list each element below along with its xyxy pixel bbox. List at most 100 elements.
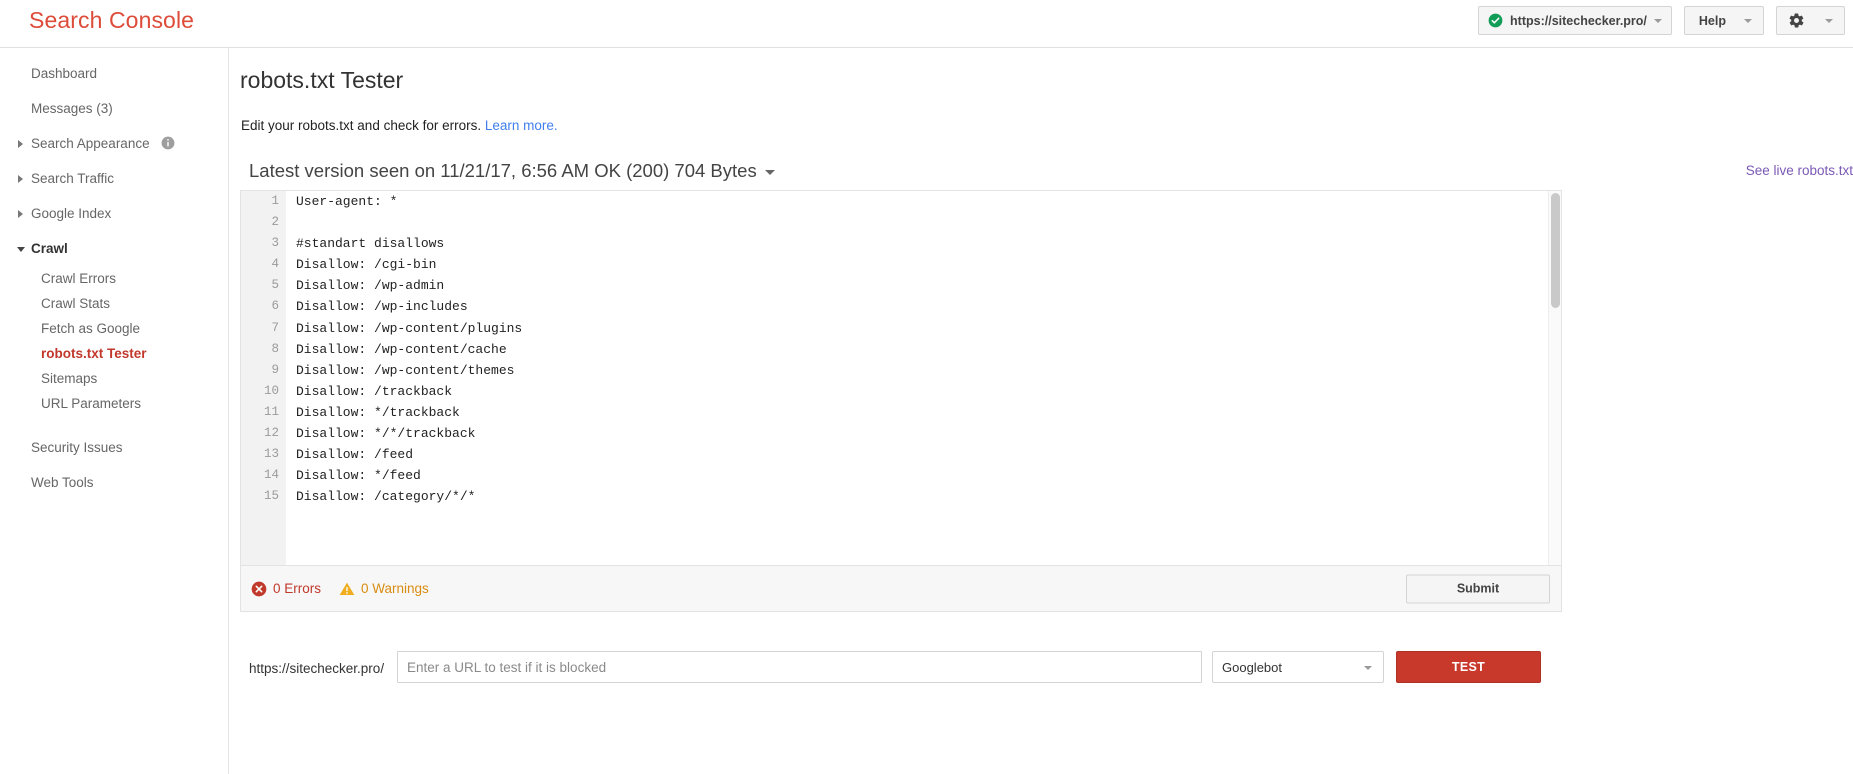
editor-line-text: Disallow: /wp-includes [296,299,468,315]
editor-line-number: 5 [241,275,286,297]
sidebar-item-security-issues[interactable]: Security Issues [0,430,228,465]
editor-line-text: Disallow: /wp-content/cache [296,341,507,357]
sidebar-group-search-traffic[interactable]: Search Traffic [0,161,228,196]
editor-line-number: 1 [241,191,286,213]
editor-line-text: Disallow: /feed [296,447,414,463]
sidebar-item-label: Sitemaps [41,371,98,386]
sidebar-item-label: Dashboard [31,66,98,81]
editor-line[interactable]: 7 Disallow: /wp-content/plugins [241,317,1561,339]
search-console-app: Search Console https://sitechecker.pro/ … [0,0,1853,774]
help-button[interactable]: Help [1683,6,1764,35]
editor-line[interactable]: 14 Disallow: */feed [241,465,1561,487]
editor-line[interactable]: 2 [241,212,1561,234]
status-items: 0 Errors 0 Warnings [251,581,429,597]
user-agent-select[interactable]: Googlebot [1212,651,1384,683]
app-header: Search Console https://sitechecker.pro/ … [0,0,1853,48]
sidebar-item-label: Messages (3) [31,101,113,116]
sidebar-item-crawl-errors[interactable]: Crawl Errors [0,266,228,291]
editor-line-number: 4 [241,254,286,276]
page-title: robots.txt Tester [240,67,404,93]
errors-status: 0 Errors [251,581,321,597]
sidebar-item-messages[interactable]: Messages (3) [0,91,228,126]
errors-count-label: 0 Errors [273,581,322,596]
editor-line-number: 12 [241,423,286,445]
editor-line[interactable]: 3 #standart disallows [241,233,1561,255]
editor-line-number: 11 [241,401,286,424]
info-icon[interactable] [161,136,175,150]
chevron-down-icon [1653,18,1662,23]
sidebar-item-label: robots.txt Tester [41,346,147,361]
editor-line-text: Disallow: */trackback [296,404,460,420]
editor-line-text: Disallow: */*/trackback [296,426,476,442]
sidebar-item-robots-txt-tester[interactable]: robots.txt Tester [0,341,228,366]
editor-line-text: Disallow: /wp-content/plugins [296,320,523,336]
editor-line[interactable]: 10 Disallow: /trackback [241,380,1561,402]
warning-triangle-icon [339,582,355,595]
editor-line-text: Disallow: /cgi-bin [296,257,437,273]
sidebar-item-label: Security Issues [31,440,123,455]
url-test-bar: https://sitechecker.pro/ Googlebot TEST [240,648,1562,708]
sidebar-item-web-tools[interactable]: Web Tools [0,465,228,500]
editor-line-number: 10 [241,380,286,402]
property-selector-button[interactable]: https://sitechecker.pro/ [1478,6,1672,35]
editor-line[interactable]: 9 Disallow: /wp-content/themes [241,359,1561,381]
url-prefix-label: https://sitechecker.pro/ [249,661,385,676]
test-button[interactable]: TEST [1396,651,1541,683]
editor-line[interactable]: 8 Disallow: /wp-content/cache [241,338,1561,360]
scrollbar-thumb[interactable] [1551,193,1560,308]
editor-line[interactable]: 1 User-agent: * [241,191,1561,213]
sidebar-item-url-parameters[interactable]: URL Parameters [0,391,228,416]
editor-line-text: Disallow: /trackback [296,383,453,399]
test-url-input[interactable] [397,651,1202,683]
editor-line-number: 13 [241,444,286,466]
sidebar: Dashboard Messages (3) Search Appearance… [0,48,229,774]
chevron-down-icon [17,246,25,252]
editor-line[interactable]: 12 Disallow: */*/trackback [241,423,1561,445]
sidebar-item-dashboard[interactable]: Dashboard [0,56,228,91]
brand-title[interactable]: Search Console [29,7,194,34]
help-label: Help [1698,13,1726,28]
editor-line[interactable]: 15 Disallow: /category/*/* [241,486,1561,508]
user-agent-label: Googlebot [1222,660,1282,675]
sidebar-item-label: Fetch as Google [41,321,141,336]
sidebar-item-label: URL Parameters [41,396,142,411]
editor-line-number: 7 [241,317,286,339]
sidebar-item-sitemaps[interactable]: Sitemaps [0,366,228,391]
robots-txt-editor[interactable]: 1 User-agent: * 2 3 #standart disallows 4 Disa… [240,190,1562,566]
sidebar-item-label: Search Traffic [31,171,115,186]
editor-line-number: 15 [241,486,286,508]
editor-line[interactable]: 11 Disallow: */trackback [241,401,1561,424]
version-label: Latest version seen on 11/21/17, 6:56 AM… [249,160,757,181]
submit-button[interactable]: Submit [1406,574,1550,603]
chevron-right-icon [18,139,23,148]
editor-line-number: 3 [241,233,286,255]
editor-line[interactable]: 5 Disallow: /wp-admin [241,275,1561,297]
sidebar-group-google-index[interactable]: Google Index [0,196,228,231]
sidebar-group-search-appearance[interactable]: Search Appearance [0,126,228,161]
sidebar-item-crawl-stats[interactable]: Crawl Stats [0,291,228,316]
editor-status-bar: 0 Errors 0 Warnings Submit [240,566,1562,612]
sidebar-item-label: Search Appearance [31,136,150,151]
version-selector[interactable]: Latest version seen on 11/21/17, 6:56 AM… [249,160,775,182]
main-content: robots.txt Tester Edit your robots.txt a… [230,48,1853,774]
header-actions: https://sitechecker.pro/ Help [1478,6,1845,35]
warnings-status: 0 Warnings [339,581,429,597]
error-circle-icon [251,581,267,596]
learn-more-link[interactable]: Learn more. [485,118,558,133]
editor-line[interactable]: 4 Disallow: /cgi-bin [241,254,1561,276]
settings-button[interactable] [1776,6,1845,35]
editor-line[interactable]: 13 Disallow: /feed [241,444,1561,466]
sidebar-item-fetch-as-google[interactable]: Fetch as Google [0,316,228,341]
editor-line-number: 2 [241,212,286,234]
editor-line[interactable]: 6 Disallow: /wp-includes [241,296,1561,318]
chevron-right-icon [18,209,23,218]
see-live-robots-link[interactable]: See live robots.txt [1746,163,1853,178]
chevron-down-icon [1825,18,1833,23]
editor-line-number: 14 [241,465,286,487]
editor-line-text: Disallow: /category/*/* [296,489,476,505]
chevron-down-icon [764,169,775,175]
sidebar-item-label: Google Index [31,206,112,221]
editor-line-text: Disallow: */feed [296,468,421,484]
sidebar-group-crawl[interactable]: Crawl [0,231,228,266]
editor-scrollbar[interactable] [1548,191,1561,565]
